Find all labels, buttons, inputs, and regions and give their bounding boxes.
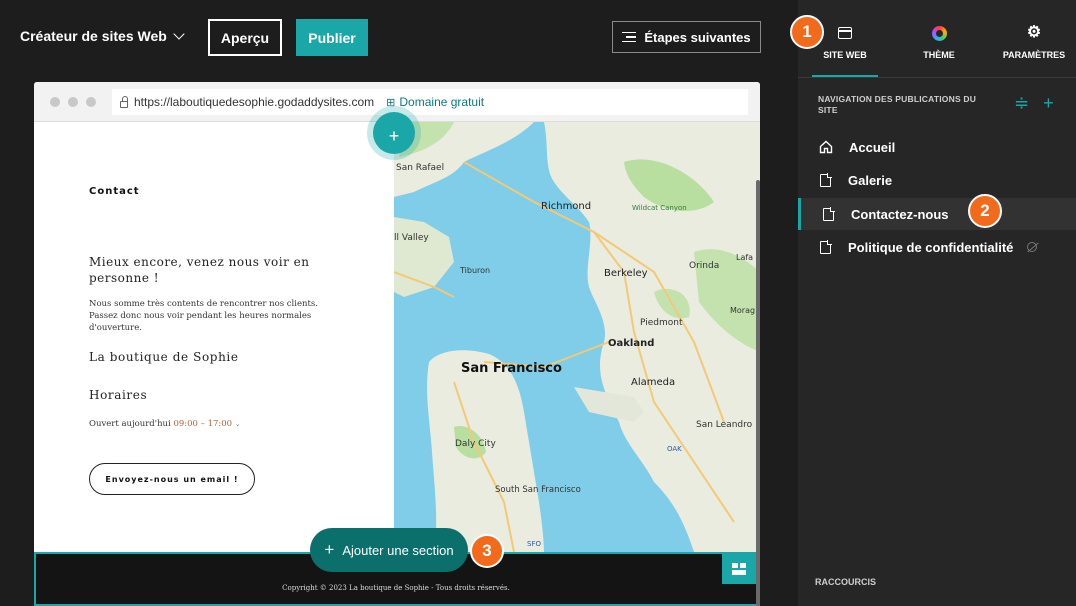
map-label: Lafa <box>736 253 753 262</box>
footer-copyright: Copyright © 2023 La boutique de Sophie -… <box>282 584 510 592</box>
map-label: Piedmont <box>640 318 683 328</box>
contact-text: Nous somme très contents de rencontrer n… <box>89 299 318 333</box>
plus-icon: + <box>324 540 335 559</box>
tab-label: PARAMÈTRES <box>1002 50 1066 60</box>
url-text: https://laboutiquedesophie.godaddysites.… <box>134 95 375 109</box>
map-label: Daly City <box>455 439 496 449</box>
map-label: ll Valley <box>394 233 429 243</box>
map-label: San Leandro <box>696 420 753 430</box>
map-label: Tiburon <box>459 266 490 275</box>
gift-icon: ⊞ <box>386 96 396 109</box>
builder-title: Créateur de sites Web <box>20 28 167 44</box>
step-badge: 3 <box>470 534 504 568</box>
bay-area-map: San Rafael Richmond Wildcat Canyon ll Va… <box>394 122 760 552</box>
reorder-icon[interactable]: ≑ <box>1014 94 1029 112</box>
checklist-icon <box>622 31 637 43</box>
preview-scrollbar[interactable] <box>756 180 760 606</box>
nav-tools: ≑ + <box>1014 94 1054 112</box>
page-icon <box>820 173 832 187</box>
hidden-eye-icon <box>1027 242 1038 252</box>
window-dot <box>50 97 60 107</box>
panel-tabs: SITE WEB THÈME ⚙ PARAMÈTRES <box>798 0 1076 78</box>
chevron-down-icon: ⌄ <box>234 420 241 428</box>
page-icon <box>823 207 835 221</box>
next-steps-label: Étapes suivantes <box>644 29 751 45</box>
map-label: San Rafael <box>396 163 444 173</box>
preview-button[interactable]: Aperçu <box>208 19 282 56</box>
map-label: SFO <box>527 540 541 548</box>
nav-item-label: Galerie <box>848 172 893 188</box>
free-domain-label: Domaine gratuit <box>399 95 485 109</box>
layout-icon[interactable] <box>722 554 756 584</box>
tab-label: SITE WEB <box>823 50 867 60</box>
page-canvas: Contact Mieux encore, venez nous voir en… <box>34 112 760 606</box>
nav-item-politique[interactable]: Politique de confidentialité <box>798 231 1076 263</box>
tab-theme[interactable]: THÈME <box>906 22 972 60</box>
opening-hours[interactable]: Ouvert aujourd'hui 09:00 – 17:00 ⌄ <box>89 419 241 429</box>
map-label: Morag <box>730 306 755 315</box>
free-domain-link[interactable]: ⊞ Domaine gratuit <box>386 95 484 109</box>
site-preview-frame: https://laboutiquedesophie.godaddysites.… <box>34 82 760 606</box>
top-toolbar: Créateur de sites Web Aperçu Publier Éta… <box>0 0 798 76</box>
publish-button[interactable]: Publier <box>296 19 368 56</box>
add-section-button[interactable]: + Ajouter une section <box>310 528 468 572</box>
map-label: Oakland <box>608 338 654 349</box>
map-label: Alameda <box>631 377 675 388</box>
map-label: Richmond <box>541 201 591 212</box>
editor-side-panel: SITE WEB THÈME ⚙ PARAMÈTRES NAVIGATION D… <box>798 0 1076 606</box>
shortcuts-heading: RACCOURCIS <box>815 577 877 587</box>
email-button[interactable]: Envoyez-nous un email ! <box>89 463 255 495</box>
contact-heading: Contact <box>89 186 140 197</box>
builder-menu[interactable]: Créateur de sites Web <box>20 27 185 44</box>
map-label: Orinda <box>689 261 719 271</box>
next-steps-button[interactable]: Étapes suivantes <box>612 21 761 53</box>
chevron-down-icon <box>173 27 185 40</box>
color-wheel-icon <box>931 25 947 41</box>
gear-icon: ⚙ <box>1026 24 1042 41</box>
contact-title: Mieux encore, venez nous voir en personn… <box>89 255 310 285</box>
window-dot <box>68 97 78 107</box>
map-label: San Francisco <box>461 361 562 376</box>
url-bar: https://laboutiquedesophie.godaddysites.… <box>112 89 748 115</box>
nav-item-label: Contactez-nous <box>851 206 949 222</box>
add-page-icon[interactable]: + <box>1043 94 1054 112</box>
nav-item-galerie[interactable]: Galerie <box>798 164 1076 196</box>
page-icon <box>820 240 832 254</box>
open-time: 09:00 – 17:00 <box>173 419 233 429</box>
map-label: South San Francisco <box>495 485 581 495</box>
contact-section[interactable]: Contact Mieux encore, venez nous voir en… <box>34 122 394 552</box>
nav-item-accueil[interactable]: Accueil <box>798 131 1076 163</box>
shop-name: La boutique de Sophie <box>89 350 239 364</box>
nav-item-label: Accueil <box>849 139 896 155</box>
home-icon <box>819 140 833 154</box>
step-badge: 2 <box>968 194 1002 228</box>
lock-icon <box>120 95 128 108</box>
map-view[interactable]: San Rafael Richmond Wildcat Canyon ll Va… <box>394 122 760 552</box>
active-tab-indicator <box>812 75 878 77</box>
map-label: OAK <box>667 445 682 453</box>
add-section-top-button[interactable]: + <box>373 112 415 154</box>
window-dot <box>86 97 96 107</box>
hours-heading: Horaires <box>89 388 148 402</box>
nav-item-contactez-nous[interactable]: Contactez-nous <box>798 198 1076 230</box>
nav-item-label: Politique de confidentialité <box>848 239 1014 255</box>
map-label: Berkeley <box>604 268 648 279</box>
browser-window-icon <box>838 27 852 39</box>
map-label: Wildcat Canyon <box>632 204 687 212</box>
open-today-label: Ouvert aujourd'hui <box>89 419 171 429</box>
add-section-label: Ajouter une section <box>342 542 454 558</box>
tab-settings[interactable]: ⚙ PARAMÈTRES <box>994 22 1074 61</box>
nav-heading: NAVIGATION DES PUBLICATIONS DU SITE <box>818 94 977 115</box>
step-badge: 1 <box>790 15 824 49</box>
tab-label: THÈME <box>923 50 955 60</box>
